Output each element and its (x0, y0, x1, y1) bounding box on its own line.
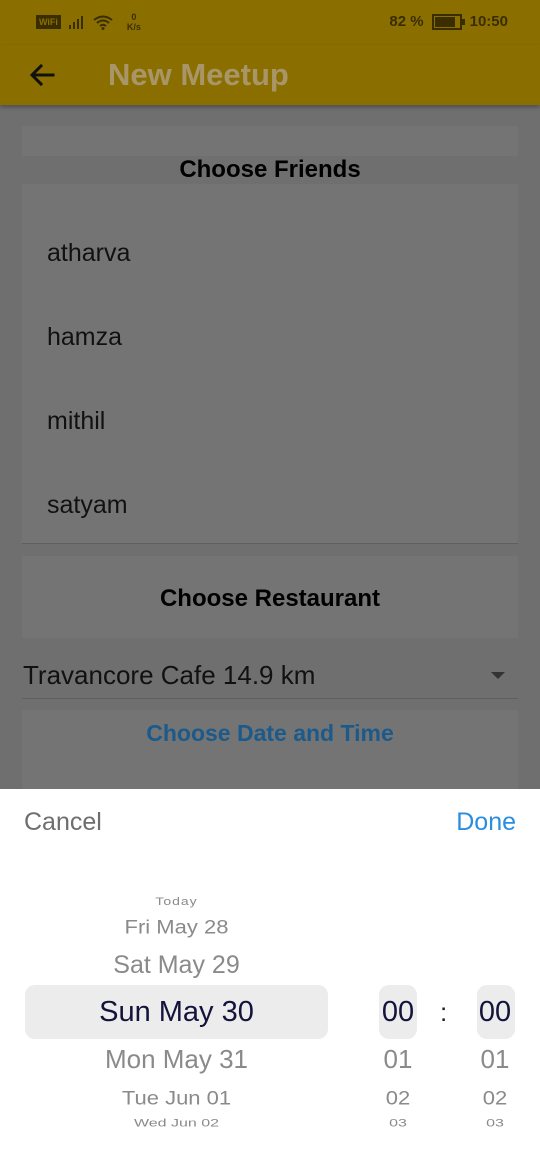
restaurant-header: Choose Restaurant (159, 585, 381, 612)
minute-option[interactable]: 02 (469, 1086, 521, 1109)
friend-item[interactable]: hamza (47, 323, 122, 352)
date-option[interactable]: Tue Jun 01 (25, 1086, 328, 1109)
date-time-picker-sheet: Cancel Done Today Fri May 28 Sat May 29 … (0, 789, 540, 1170)
cancel-button[interactable]: Cancel (24, 808, 102, 837)
friend-item[interactable]: satyam (47, 491, 128, 520)
date-option[interactable]: Wed Jun 02 (25, 1118, 328, 1130)
done-button[interactable]: Done (456, 808, 516, 837)
minute-option[interactable]: 01 (469, 1044, 521, 1075)
restaurant-dropdown[interactable]: Travancore Cafe 14.9 km (23, 660, 315, 691)
hour-option-selected[interactable]: 00 (372, 996, 424, 1029)
hour-option[interactable]: 03 (372, 1118, 424, 1130)
signal-icon (68, 15, 83, 29)
friends-header: Choose Friends (22, 156, 518, 184)
minute-option[interactable]: 03 (469, 1118, 521, 1130)
date-option[interactable]: Fri May 28 (25, 915, 328, 938)
net-speed: 0 K/s (126, 12, 141, 32)
wifi-calling-icon: WiFi (36, 15, 61, 29)
page-title: New Meetup (108, 57, 289, 92)
time-separator: : (440, 997, 448, 1027)
wifi-icon (93, 15, 113, 30)
status-bar: WiFi 0 K/s 82 % 10:50 (0, 0, 540, 45)
friend-item[interactable]: atharva (47, 239, 130, 268)
hour-option[interactable]: 01 (372, 1044, 424, 1075)
date-option-selected[interactable]: Sun May 30 (25, 996, 328, 1029)
date-option[interactable]: Mon May 31 (25, 1044, 328, 1075)
hour-option[interactable]: 02 (372, 1086, 424, 1109)
date-option[interactable]: Sat May 29 (25, 951, 328, 980)
battery-icon (431, 13, 465, 30)
divider (22, 543, 518, 544)
dropdown-arrow-icon[interactable] (491, 672, 505, 679)
minute-option-selected[interactable]: 00 (469, 996, 521, 1029)
battery-percent: 82 % (389, 13, 424, 30)
clock: 10:50 (469, 13, 508, 30)
date-option[interactable]: Today (25, 895, 328, 908)
friend-item[interactable]: mithil (47, 407, 105, 436)
app-bar: New Meetup (0, 45, 540, 105)
arrow-left-icon[interactable] (26, 59, 58, 91)
divider (22, 698, 518, 699)
choose-date-time-button[interactable]: Choose Date and Time (22, 720, 518, 747)
